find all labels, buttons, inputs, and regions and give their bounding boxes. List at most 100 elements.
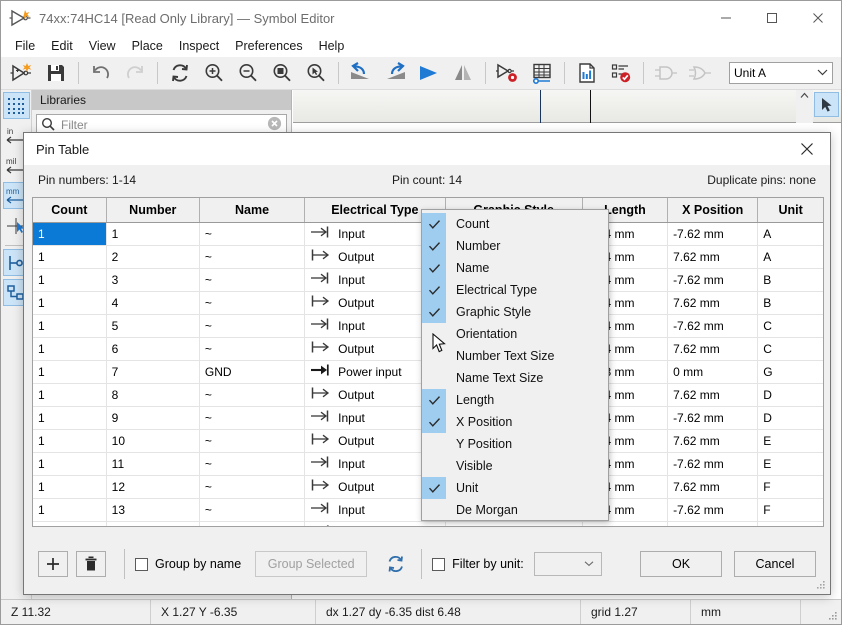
zoom-out-icon[interactable] — [231, 58, 265, 88]
cell-name[interactable]: ~ — [199, 498, 304, 521]
cell-number[interactable]: 8 — [106, 383, 199, 406]
redo-icon[interactable] — [118, 58, 152, 88]
column-menu-item-de-morgan[interactable]: De Morgan — [422, 499, 608, 521]
cancel-button[interactable]: Cancel — [734, 551, 816, 577]
zoom-selection-icon[interactable] — [299, 58, 333, 88]
save-icon[interactable] — [39, 58, 73, 88]
cell-count[interactable]: 1 — [33, 452, 106, 475]
close-button[interactable] — [795, 1, 841, 35]
rotate-ccw-icon[interactable] — [344, 58, 378, 88]
plus-icon[interactable] — [38, 551, 68, 577]
cell-x-position[interactable]: -7.62 mm — [668, 222, 758, 245]
cell-unit[interactable]: C — [758, 337, 823, 360]
column-menu-item-number-text-size[interactable]: Number Text Size — [422, 345, 608, 367]
cell-number[interactable]: 5 — [106, 314, 199, 337]
filter-unit-select[interactable] — [534, 552, 602, 576]
undo-icon[interactable] — [84, 58, 118, 88]
column-menu-item-y-position[interactable]: Y Position — [422, 433, 608, 455]
trash-icon[interactable] — [76, 551, 106, 577]
cell-x-position[interactable]: 0 mm — [668, 521, 758, 527]
cell-name[interactable]: ~ — [199, 268, 304, 291]
cell-count[interactable]: 1 — [33, 291, 106, 314]
column-menu-item-count[interactable]: Count — [422, 213, 608, 235]
symbol-properties-icon[interactable] — [491, 58, 525, 88]
column-menu-item-name[interactable]: Name — [422, 257, 608, 279]
cell-number[interactable]: 13 — [106, 498, 199, 521]
deromgan-alternate-icon[interactable] — [683, 58, 717, 88]
cell-number[interactable]: 14 — [106, 521, 199, 527]
cell-x-position[interactable]: -7.62 mm — [668, 314, 758, 337]
menu-view[interactable]: View — [81, 36, 124, 56]
column-menu-item-x-position[interactable]: X Position — [422, 411, 608, 433]
cell-x-position[interactable]: -7.62 mm — [668, 452, 758, 475]
cell-count[interactable]: 1 — [33, 268, 106, 291]
menu-edit[interactable]: Edit — [43, 36, 81, 56]
cell-unit[interactable]: B — [758, 291, 823, 314]
symbol-checker-icon[interactable] — [604, 58, 638, 88]
grid-icon[interactable] — [3, 92, 30, 119]
cell-unit[interactable]: G — [758, 521, 823, 527]
cell-electrical-type[interactable]: Power input — [305, 521, 445, 527]
cell-name[interactable]: GND — [199, 360, 304, 383]
cell-name[interactable]: ~ — [199, 291, 304, 314]
menu-inspect[interactable]: Inspect — [171, 36, 227, 56]
pin-table-icon[interactable] — [525, 58, 559, 88]
cell-name[interactable]: ~ — [199, 314, 304, 337]
cursor-arrow-icon[interactable] — [814, 92, 839, 117]
filter-by-unit-checkbox[interactable]: Filter by unit: — [432, 557, 524, 571]
cell-x-position[interactable]: -7.62 mm — [668, 498, 758, 521]
cell-name[interactable]: VCC — [199, 521, 304, 527]
cell-name[interactable]: ~ — [199, 245, 304, 268]
deromgan-standard-icon[interactable] — [649, 58, 683, 88]
cell-x-position[interactable]: 7.62 mm — [668, 245, 758, 268]
cell-unit[interactable]: G — [758, 360, 823, 383]
column-menu-item-visible[interactable]: Visible — [422, 455, 608, 477]
new-symbol-icon[interactable] — [5, 58, 39, 88]
cell-count[interactable]: 1 — [33, 498, 106, 521]
column-menu-item-name-text-size[interactable]: Name Text Size — [422, 367, 608, 389]
column-menu-item-orientation[interactable]: Orientation — [422, 323, 608, 345]
column-menu-item-number[interactable]: Number — [422, 235, 608, 257]
datasheet-icon[interactable] — [570, 58, 604, 88]
cell-number[interactable]: 3 — [106, 268, 199, 291]
cell-number[interactable]: 10 — [106, 429, 199, 452]
cell-name[interactable]: ~ — [199, 452, 304, 475]
cell-x-position[interactable]: 7.62 mm — [668, 429, 758, 452]
cell-unit[interactable]: D — [758, 406, 823, 429]
column-header-unit[interactable]: Unit — [758, 198, 823, 222]
column-header-name[interactable]: Name — [199, 198, 304, 222]
cell-unit[interactable]: E — [758, 452, 823, 475]
cell-number[interactable]: 11 — [106, 452, 199, 475]
cell-name[interactable]: ~ — [199, 429, 304, 452]
cell-count[interactable]: 1 — [33, 475, 106, 498]
cell-count[interactable]: 1 — [33, 314, 106, 337]
zoom-in-icon[interactable] — [197, 58, 231, 88]
mirror-horizontal-icon[interactable] — [412, 58, 446, 88]
close-icon[interactable] — [788, 134, 826, 164]
zoom-fit-icon[interactable] — [265, 58, 299, 88]
cell-name[interactable]: ~ — [199, 475, 304, 498]
cell-x-position[interactable]: 7.62 mm — [668, 291, 758, 314]
cell-length[interactable]: 5.08 mm — [582, 521, 667, 527]
canvas-scroll-up-button[interactable] — [796, 90, 813, 123]
menu-place[interactable]: Place — [124, 36, 171, 56]
column-header-count[interactable]: Count — [33, 198, 106, 222]
column-menu-item-length[interactable]: Length — [422, 389, 608, 411]
column-visibility-menu[interactable]: CountNumberNameElectrical TypeGraphic St… — [421, 209, 609, 521]
cell-x-position[interactable]: 7.62 mm — [668, 383, 758, 406]
column-menu-item-unit[interactable]: Unit — [422, 477, 608, 499]
cell-number[interactable]: 1 — [106, 222, 199, 245]
cell-count[interactable]: 1 — [33, 360, 106, 383]
minimize-button[interactable] — [703, 1, 749, 35]
cell-x-position[interactable]: 7.62 mm — [668, 475, 758, 498]
dialog-resize-grip-icon[interactable] — [815, 579, 827, 591]
ok-button[interactable]: OK — [640, 551, 722, 577]
cell-number[interactable]: 2 — [106, 245, 199, 268]
cell-number[interactable]: 7 — [106, 360, 199, 383]
cell-unit[interactable]: A — [758, 222, 823, 245]
column-header-x-position[interactable]: X Position — [668, 198, 758, 222]
cell-unit[interactable]: B — [758, 268, 823, 291]
cell-x-position[interactable]: -7.62 mm — [668, 406, 758, 429]
cell-unit[interactable]: F — [758, 498, 823, 521]
cell-unit[interactable]: A — [758, 245, 823, 268]
